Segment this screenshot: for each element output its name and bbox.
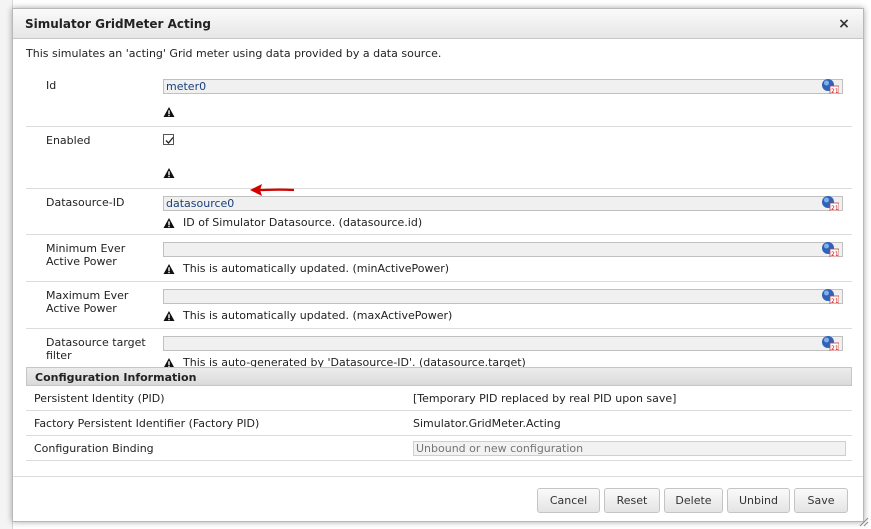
save-button[interactable]: Save — [794, 488, 848, 513]
field-hint-id — [163, 106, 183, 118]
id-input[interactable] — [163, 79, 843, 94]
configuration-header: Configuration Information — [26, 367, 852, 386]
enabled-checkbox[interactable] — [163, 134, 174, 145]
cancel-button[interactable]: Cancel — [537, 488, 600, 513]
globe-variable-icon[interactable]: 21 — [821, 335, 839, 351]
field-hint-text: This is automatically updated. (minActiv… — [183, 262, 450, 275]
factory-pid-label: Factory Persistent Identifier (Factory P… — [34, 417, 260, 430]
resize-grip-icon[interactable] — [857, 515, 869, 527]
globe-variable-icon[interactable]: 21 — [821, 241, 839, 257]
warning-icon — [163, 217, 175, 228]
factory-pid-value: Simulator.GridMeter.Acting — [413, 417, 561, 430]
field-row-id: Id 21 — [26, 72, 852, 127]
binding-label: Configuration Binding — [34, 442, 154, 455]
dialog-title: Simulator GridMeter Acting — [25, 16, 211, 31]
reset-button[interactable]: Reset — [604, 488, 660, 513]
field-row-datasource-id: Datasource-ID 21 ID of Simulator Datasou… — [26, 189, 852, 235]
unbind-button[interactable]: Unbind — [727, 488, 790, 513]
datasource-id-input[interactable] — [163, 196, 843, 211]
pid-row: Persistent Identity (PID) [Temporary PID… — [26, 386, 852, 411]
globe-variable-icon[interactable]: 21 — [821, 288, 839, 304]
field-label-enabled: Enabled — [46, 134, 91, 147]
binding-input[interactable] — [413, 441, 846, 456]
binding-row: Configuration Binding — [26, 436, 852, 461]
field-hint-max-active-power: This is automatically updated. (maxActiv… — [163, 309, 452, 322]
dialog-description: This simulates an 'acting' Grid meter us… — [26, 47, 442, 60]
svg-text:21: 21 — [831, 345, 839, 351]
field-label-id: Id — [46, 79, 57, 92]
dialog-titlebar[interactable]: Simulator GridMeter Acting × — [13, 9, 863, 39]
field-label-datasource-id: Datasource-ID — [46, 196, 125, 209]
red-arrow-annotation — [250, 184, 295, 196]
field-label-datasource-target: Datasource target filter — [46, 336, 146, 362]
checkmark-icon — [165, 137, 174, 144]
field-row-max-active-power: Maximum Ever Active Power 21 This is aut… — [26, 282, 852, 329]
datasource-target-input[interactable] — [163, 336, 843, 351]
svg-text:21: 21 — [831, 298, 839, 304]
globe-variable-icon[interactable]: 21 — [821, 195, 839, 211]
field-row-enabled: Enabled — [26, 127, 852, 189]
delete-button[interactable]: Delete — [664, 488, 723, 513]
svg-text:21: 21 — [831, 205, 839, 211]
min-active-power-input[interactable] — [163, 242, 843, 257]
field-label-min-active-power: Minimum Ever Active Power — [46, 242, 126, 268]
pid-value: [Temporary PID replaced by real PID upon… — [413, 392, 677, 405]
warning-icon — [163, 168, 175, 178]
close-button[interactable]: × — [837, 17, 851, 31]
globe-variable-icon[interactable]: 21 — [821, 78, 839, 94]
max-active-power-input[interactable] — [163, 289, 843, 304]
config-dialog: Simulator GridMeter Acting × This simula… — [12, 8, 864, 522]
warning-icon — [163, 263, 175, 274]
pid-label: Persistent Identity (PID) — [34, 392, 165, 405]
warning-icon — [163, 310, 175, 321]
dialog-footer: Cancel Reset Delete Unbind Save — [13, 476, 863, 521]
field-hint-min-active-power: This is automatically updated. (minActiv… — [163, 262, 449, 275]
field-hint-datasource-id: ID of Simulator Datasource. (datasource.… — [163, 216, 422, 229]
svg-text:21: 21 — [831, 251, 839, 257]
configuration-information: Configuration Information Persistent Ide… — [26, 367, 852, 461]
field-label-max-active-power: Maximum Ever Active Power — [46, 289, 129, 315]
warning-icon — [163, 107, 175, 117]
factory-pid-row: Factory Persistent Identifier (Factory P… — [26, 411, 852, 436]
field-hint-enabled — [163, 167, 183, 179]
svg-text:21: 21 — [831, 88, 839, 94]
field-hint-text: This is automatically updated. (maxActiv… — [183, 309, 453, 322]
field-row-min-active-power: Minimum Ever Active Power 21 This is aut… — [26, 235, 852, 282]
property-fields: Id 21 Enabled Datasour — [26, 72, 852, 375]
field-hint-text: ID of Simulator Datasource. (datasource.… — [183, 216, 423, 229]
